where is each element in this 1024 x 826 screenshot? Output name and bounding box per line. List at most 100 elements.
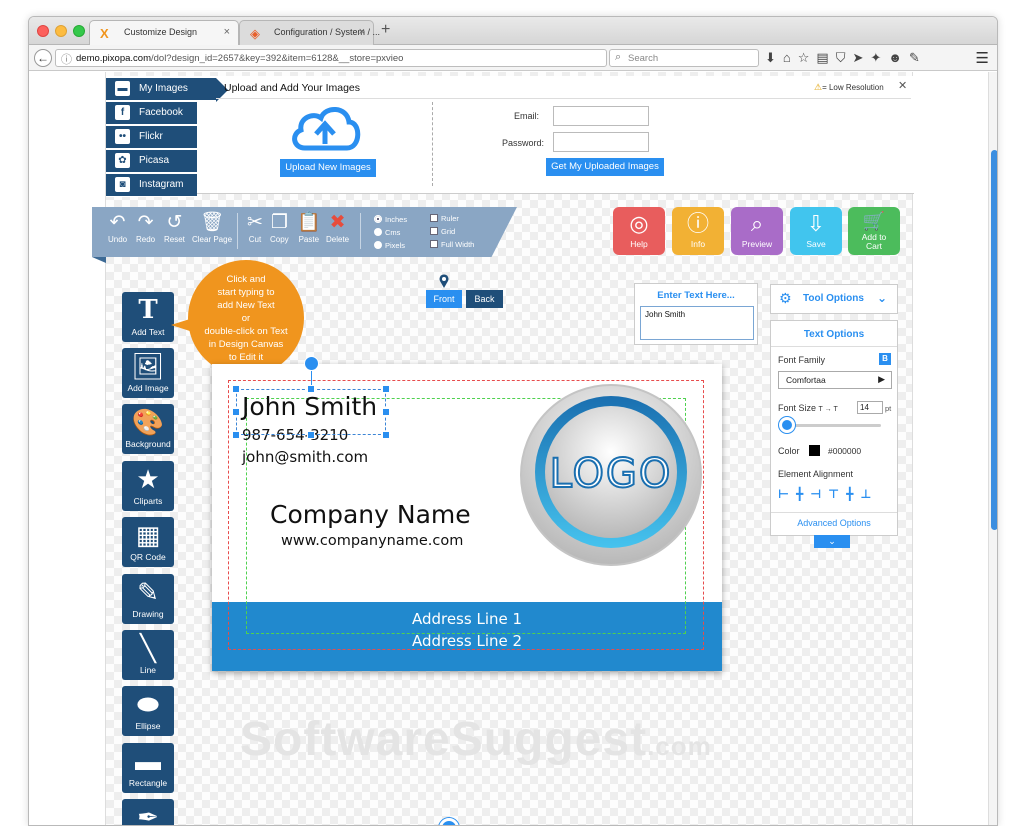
logo-placeholder[interactable]: LOGO [518,382,704,568]
tool-options-toggle[interactable]: ⚙ Tool Options ⌄ [770,284,898,314]
rectangle-tool[interactable]: ▬ Rectangle [122,743,174,793]
scrollbar-thumb[interactable] [991,150,997,530]
drawing-tool[interactable]: ✎ Drawing [122,574,174,624]
upload-new-images-button[interactable]: Upload New Images [280,159,376,177]
resize-handle-n[interactable] [307,385,315,393]
align-middle-v-icon[interactable]: ╋ [846,487,860,501]
resize-handle-ne[interactable] [382,385,390,393]
search-input[interactable]: ⌕ Search [609,49,759,67]
grid-checkbox[interactable]: Grid [430,227,455,236]
pen-tool[interactable]: ✒ [122,799,174,825]
send-icon[interactable]: ➤ [852,50,870,65]
font-size-slider-handle[interactable] [779,417,795,433]
align-top-icon[interactable]: ⊤ [828,487,846,501]
design-canvas[interactable]: John Smith 987-654-3210 john@smith.com C… [212,356,722,671]
close-window-button[interactable] [37,25,49,37]
zoom-slider-handle[interactable] [439,818,459,825]
cut-button[interactable]: ✂ Cut [247,211,263,244]
resize-handle-w[interactable] [232,408,240,416]
unit-cms-radio[interactable]: Cms [374,228,400,237]
qr-code-tool[interactable]: ▦ QR Code [122,517,174,567]
source-picasa[interactable]: ✿ Picasa [106,150,197,173]
preview-button[interactable]: ⌕ Preview [731,207,783,255]
undo-button[interactable]: ↶ Undo [108,211,127,244]
align-bottom-icon[interactable]: ⊥ [860,487,878,501]
align-center-h-icon[interactable]: ╋ [796,487,810,501]
font-size-input[interactable]: 14 [857,401,883,414]
paste-button[interactable]: 📋 Paste [297,211,321,244]
get-uploaded-images-button[interactable]: Get My Uploaded Images [546,158,664,176]
advanced-options-link[interactable]: Advanced Options [771,512,897,528]
redo-button[interactable]: ↷ Redo [136,211,155,244]
chat-icon[interactable]: ☻ [888,50,909,65]
bookmark-star-icon[interactable]: ☆ [798,50,817,65]
delete-button[interactable]: ✖ Delete [326,211,349,244]
new-tab-icon[interactable]: + [381,21,390,39]
info-button[interactable]: ⓘ Info [672,207,724,255]
font-size-slider-track[interactable] [785,424,881,427]
cliparts-tool[interactable]: ★ Cliparts [122,461,174,511]
resize-handle-sw[interactable] [232,431,240,439]
font-family-select[interactable]: Comfortaa ▶ [778,371,892,389]
unit-inches-radio[interactable]: Inches [374,215,407,224]
clear-page-button[interactable]: 🗑 Clear Page [192,211,232,244]
password-field[interactable] [553,132,649,152]
card-company-text[interactable]: Company Name [270,500,471,529]
minimize-window-button[interactable] [55,25,67,37]
card-address-line-2[interactable]: Address Line 2 [212,632,722,650]
home-icon[interactable]: ⌂ [783,50,798,65]
tab-configuration[interactable]: ◈ Configuration / System / ... × [239,20,380,45]
back-side-button[interactable]: Back [466,290,503,308]
text-entry-textarea[interactable]: John Smith [640,306,754,340]
resize-handle-s[interactable] [307,431,315,439]
save-button[interactable]: ⇩ Save [790,207,842,255]
ruler-checkbox[interactable]: Ruler [430,214,459,223]
menu-icon[interactable]: ☰ [976,49,989,67]
bold-toggle[interactable]: B [879,353,891,365]
close-tab-icon[interactable]: × [359,26,365,38]
rotate-handle[interactable] [304,356,319,371]
ellipse-tool[interactable]: ⬬ Ellipse [122,686,174,736]
card-email-text[interactable]: john@smith.com [242,448,368,466]
resize-handle-e[interactable] [382,408,390,416]
card-address-line-1[interactable]: Address Line 1 [212,610,722,628]
add-text-tool[interactable]: T Add Text [122,292,174,342]
full-width-checkbox[interactable]: Full Width [430,240,474,249]
background-tool[interactable]: 🎨 Background [122,404,174,454]
close-panel-icon[interactable]: ✕ [898,79,907,92]
front-side-button[interactable]: Front [426,290,462,308]
expand-chevron-icon[interactable]: ⌄ [814,535,850,548]
line-tool[interactable]: ╲ Line [122,630,174,680]
pocket-icon[interactable]: ⛉ [836,50,853,65]
color-swatch[interactable] [809,445,820,456]
extension-icon[interactable]: ✦ [870,50,888,65]
resize-handle-se[interactable] [382,431,390,439]
resize-handle-nw[interactable] [232,385,240,393]
source-instagram[interactable]: ◙ Instagram [106,174,197,197]
page-scrollbar[interactable] [988,72,997,825]
add-image-tool[interactable]: 🖼 Add Image [122,348,174,398]
close-tab-icon[interactable]: × [224,26,230,38]
copy-button[interactable]: ❐ Copy [270,211,289,244]
reading-list-icon[interactable]: ▤ [816,50,835,65]
card-website-text[interactable]: www.companyname.com [281,533,463,549]
align-left-icon[interactable]: ⊢ [778,487,796,501]
reset-button[interactable]: ↺ Reset [164,211,185,244]
source-flickr[interactable]: •• Flickr [106,126,197,149]
zoom-window-button[interactable] [73,25,85,37]
align-right-icon[interactable]: ⊣ [810,487,828,501]
info-icon[interactable]: ⓘ [61,51,72,67]
tab-customize-design[interactable]: X Customize Design × [89,20,239,45]
download-icon[interactable]: ⬇ [765,50,783,65]
unit-pixels-radio[interactable]: Pixels [374,241,405,250]
option-label: Ruler [441,214,459,223]
email-field[interactable] [553,106,649,126]
add-to-cart-button[interactable]: 🛒 Add to Cart [848,207,900,255]
source-facebook[interactable]: f Facebook [106,102,197,125]
source-my-images[interactable]: ▬ My Images [106,78,228,102]
address-bar[interactable]: ⓘ demo.pixopa.com/dol?design_id=2657&key… [55,49,620,67]
back-arrow-icon[interactable]: ← [34,49,52,67]
help-button[interactable]: ◎ Help [613,207,665,255]
cloud-upload-icon[interactable] [289,104,361,152]
addon-icon[interactable]: ✎ [909,50,927,65]
